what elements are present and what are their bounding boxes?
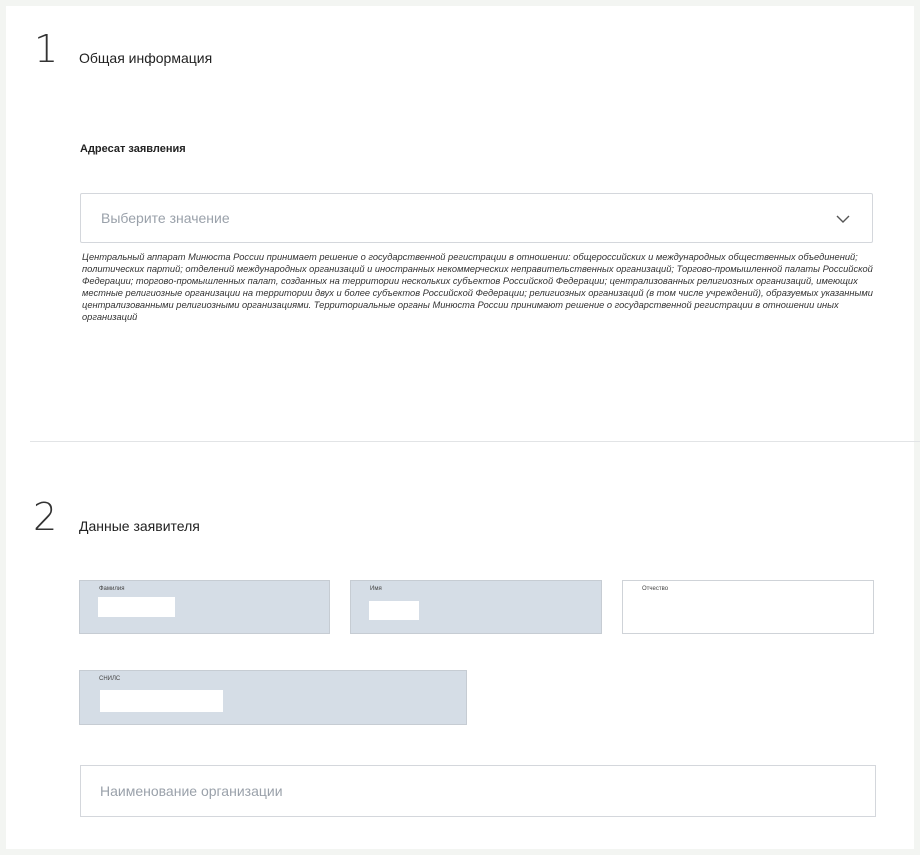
name-value-redacted (369, 601, 419, 620)
section-title-general-info: Общая информация (79, 50, 213, 66)
snils-value-redacted (100, 690, 223, 712)
snils-label: СНИЛС (99, 676, 121, 682)
section-number-2: 2 (33, 495, 58, 539)
patronymic-field[interactable]: Отчество (622, 580, 874, 634)
surname-label: Фамилия (99, 586, 125, 592)
organization-name-placeholder: Наименование организации (100, 783, 283, 799)
surname-value-redacted (98, 597, 175, 617)
section-divider (30, 441, 920, 442)
name-field[interactable]: Имя (350, 580, 602, 634)
organization-name-input[interactable]: Наименование организации (80, 765, 876, 817)
section-number-1: 1 (34, 27, 59, 71)
section-title-applicant-data: Данные заявителя (79, 518, 200, 534)
application-form: 1 Общая информация Адресат заявления Выб… (0, 0, 920, 855)
addressee-select[interactable]: Выберите значение (80, 193, 873, 243)
addressee-label: Адресат заявления (80, 143, 186, 155)
snils-field[interactable]: СНИЛС (79, 670, 467, 725)
addressee-hint-text: Центральный аппарат Минюста России прини… (82, 252, 873, 323)
chevron-down-icon[interactable] (836, 212, 850, 226)
patronymic-label: Отчество (642, 586, 669, 592)
addressee-select-placeholder: Выберите значение (101, 210, 230, 226)
surname-field[interactable]: Фамилия (79, 580, 330, 634)
name-label: Имя (370, 586, 382, 592)
